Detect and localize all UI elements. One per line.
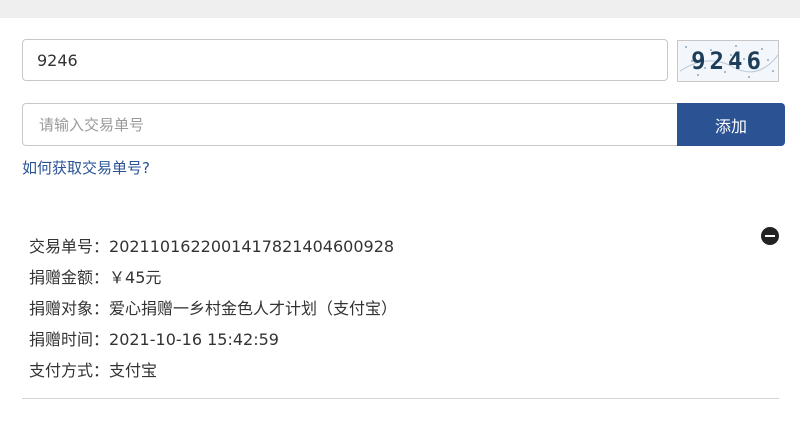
payment-method-label: 支付方式： <box>29 361 110 380</box>
amount-label: 捐赠金额： <box>29 268 110 287</box>
time-label: 捐赠时间： <box>29 330 110 349</box>
donation-record: 交易单号：2021101622001417821404600928 捐赠金额：￥… <box>29 234 769 389</box>
time-value: 2021-10-16 15:42:59 <box>109 330 279 349</box>
captcha-input[interactable] <box>22 39 668 81</box>
transaction-number-label: 交易单号： <box>29 237 110 256</box>
amount-value: ￥45元 <box>109 268 162 287</box>
target-value: 爱心捐赠一乡村金色人才计划（支付宝） <box>109 299 398 318</box>
captcha-row: 9246 <box>22 39 779 83</box>
payment-method-row: 支付方式：支付宝 <box>29 358 769 389</box>
amount-row: 捐赠金额：￥45元 <box>29 265 769 296</box>
time-row: 捐赠时间：2021-10-16 15:42:59 <box>29 327 769 358</box>
transaction-number-value: 2021101622001417821404600928 <box>109 237 395 256</box>
captcha-text: 9246 <box>691 47 765 75</box>
target-label: 捐赠对象： <box>29 299 110 318</box>
add-button[interactable]: 添加 <box>677 103 785 146</box>
order-row: 添加 <box>22 103 785 147</box>
captcha-image[interactable]: 9246 <box>677 40 779 82</box>
order-number-input[interactable] <box>22 103 678 146</box>
top-bar <box>0 0 800 18</box>
how-to-get-order-number-link[interactable]: 如何获取交易单号? <box>22 157 150 178</box>
divider <box>22 398 779 399</box>
transaction-number-row: 交易单号：2021101622001417821404600928 <box>29 234 769 265</box>
payment-method-value: 支付宝 <box>109 361 158 380</box>
target-row: 捐赠对象：爱心捐赠一乡村金色人才计划（支付宝） <box>29 296 769 327</box>
